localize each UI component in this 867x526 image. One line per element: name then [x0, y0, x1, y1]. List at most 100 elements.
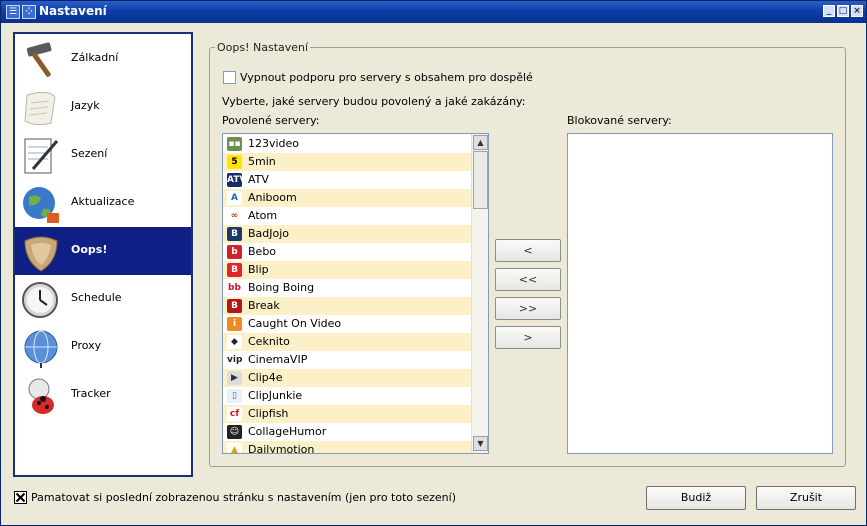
- list-item[interactable]: i Caught On Video: [223, 315, 471, 333]
- sidebar-item-aktualizace[interactable]: Aktualizace: [15, 179, 191, 227]
- clipjunkie-icon: ▯: [227, 389, 242, 403]
- list-item[interactable]: B Blip: [223, 261, 471, 279]
- server-name: ClipJunkie: [248, 389, 303, 402]
- close-button[interactable]: ×: [851, 5, 863, 17]
- list-item[interactable]: bb Boing Boing: [223, 279, 471, 297]
- 123video-icon: ▪▪: [227, 137, 242, 151]
- server-name: BadJojo: [248, 227, 290, 240]
- blocked-servers-list[interactable]: [567, 133, 833, 454]
- sidebar-item-oops[interactable]: Oops!: [15, 227, 191, 275]
- sidebar-item-label: Tracker: [71, 387, 111, 400]
- server-name: Break: [248, 299, 280, 312]
- sidebar-item-schedule[interactable]: Schedule: [15, 275, 191, 323]
- adult-content-checkbox[interactable]: [223, 71, 236, 84]
- move-all-to-blocked-button[interactable]: >>: [495, 297, 561, 320]
- list-item[interactable]: ATV ATV: [223, 171, 471, 189]
- atom-icon: ∞: [227, 209, 242, 223]
- collegehumor-icon: ☺: [227, 425, 242, 439]
- move-to-allowed-button[interactable]: <: [495, 239, 561, 262]
- allowed-servers-list[interactable]: ▪▪ 123video 5 5min ATV ATV A Aniboom ∞ Atom B BadJo…: [222, 133, 489, 454]
- server-name: Ceknito: [248, 335, 290, 348]
- list-item[interactable]: 5 5min: [223, 153, 471, 171]
- sidebar-item-zakladni[interactable]: Zálkadní: [15, 35, 191, 83]
- server-name: CollageHumor: [248, 425, 327, 438]
- adult-content-label: Vypnout podporu pro servery s obsahem pr…: [240, 71, 533, 84]
- sidebar-item-tracker[interactable]: Tracker: [15, 371, 191, 419]
- list-item[interactable]: vip CinemaVIP: [223, 351, 471, 369]
- sidebar-item-label: Proxy: [71, 339, 102, 352]
- oops-shield-icon: [24, 236, 58, 272]
- settings-window: ☰ ⁘ Nastavení _ □ × Zálkadní Jazyk Sezen…: [0, 0, 867, 526]
- sidebar-item-sezeni[interactable]: Sezení: [15, 131, 191, 179]
- list-item[interactable]: ▶ Clip4e: [223, 369, 471, 387]
- bebo-icon: b: [227, 245, 242, 259]
- move-all-to-allowed-button[interactable]: <<: [495, 268, 561, 291]
- allowed-servers-label: Povolené servery:: [222, 114, 320, 127]
- atv-icon: ATV: [227, 173, 247, 187]
- sidebar-item-label: Jazyk: [71, 99, 100, 112]
- server-name: Aniboom: [248, 191, 297, 204]
- clip4e-icon: ▶: [227, 371, 242, 385]
- list-item[interactable]: ▯ ClipJunkie: [223, 387, 471, 405]
- break-icon: B: [227, 299, 242, 313]
- list-item[interactable]: cf Clipfish: [223, 405, 471, 423]
- server-name: Caught On Video: [248, 317, 342, 330]
- aniboom-icon: A: [227, 191, 242, 205]
- blocked-servers-label: Blokované servery:: [567, 114, 672, 127]
- allowed-list-scrollbar[interactable]: ▲ ▼: [471, 134, 488, 453]
- sidebar-item-jazyk[interactable]: Jazyk: [15, 83, 191, 131]
- server-name: Dailymotion: [248, 443, 315, 454]
- list-item[interactable]: ◆ Ceknito: [223, 333, 471, 351]
- server-name: 5min: [248, 155, 276, 168]
- allowed-servers-items: ▪▪ 123video 5 5min ATV ATV A Aniboom ∞ Atom B BadJo…: [223, 135, 471, 454]
- scroll-thumb[interactable]: [473, 151, 488, 209]
- ok-button[interactable]: Budiž: [646, 486, 746, 510]
- notepad-pen-icon: [24, 138, 59, 174]
- list-item[interactable]: A Aniboom: [223, 189, 471, 207]
- checkmark-icon: [15, 492, 26, 503]
- cinemavip-icon: vip: [227, 353, 243, 367]
- scroll-down-button[interactable]: ▼: [473, 436, 488, 451]
- ladybug-icon: [28, 378, 54, 414]
- cancel-button[interactable]: Zrušit: [756, 486, 856, 510]
- sidebar-item-label: Oops!: [71, 243, 108, 256]
- window-grid-icon: ⁘: [22, 5, 36, 19]
- sidebar-item-label: Zálkadní: [71, 51, 119, 64]
- ceknito-icon: ◆: [227, 335, 242, 349]
- server-name: Boing Boing: [248, 281, 315, 294]
- settings-sidebar: Zálkadní Jazyk Sezení Aktualizace Oops! …: [13, 32, 193, 477]
- clipfish-icon: cf: [227, 407, 242, 421]
- boingboing-icon: bb: [227, 281, 242, 295]
- server-name: CinemaVIP: [248, 353, 308, 366]
- remember-page-checkbox[interactable]: [14, 491, 27, 504]
- network-globe-icon: [24, 330, 58, 368]
- list-item[interactable]: ▪▪ 123video: [223, 135, 471, 153]
- group-title: Oops! Nastavení: [215, 41, 311, 54]
- instruction-text: Vyberte, jaké servery budou povolený a j…: [222, 95, 526, 108]
- 5min-icon: 5: [227, 155, 242, 169]
- sidebar-item-label: Sezení: [71, 147, 108, 160]
- sidebar-item-proxy[interactable]: Proxy: [15, 323, 191, 371]
- scroll-up-button[interactable]: ▲: [473, 135, 488, 150]
- app-menu-icon[interactable]: ☰: [6, 5, 20, 19]
- maximize-button[interactable]: □: [837, 5, 849, 17]
- blip-icon: B: [227, 263, 242, 277]
- list-item[interactable]: ☺ CollageHumor: [223, 423, 471, 441]
- list-item[interactable]: B Break: [223, 297, 471, 315]
- caughtonvideo-icon: i: [227, 317, 242, 331]
- list-item[interactable]: ∞ Atom: [223, 207, 471, 225]
- list-item[interactable]: b Bebo: [223, 243, 471, 261]
- move-to-blocked-button[interactable]: >: [495, 326, 561, 349]
- minimize-button[interactable]: _: [823, 5, 835, 17]
- list-item[interactable]: ▲ Dailymotion: [223, 441, 471, 454]
- list-item[interactable]: B BadJojo: [223, 225, 471, 243]
- server-name: Clipfish: [248, 407, 289, 420]
- dailymotion-icon: ▲: [227, 443, 242, 453]
- hammer-icon: [26, 42, 52, 77]
- server-name: 123video: [248, 137, 300, 150]
- badjojo-icon: B: [227, 227, 242, 241]
- remember-page-label: Pamatovat si poslední zobrazenou stránku…: [31, 491, 456, 504]
- globe-update-icon: [23, 187, 59, 223]
- sidebar-item-label: Aktualizace: [71, 195, 135, 208]
- window-title: Nastavení: [39, 4, 107, 18]
